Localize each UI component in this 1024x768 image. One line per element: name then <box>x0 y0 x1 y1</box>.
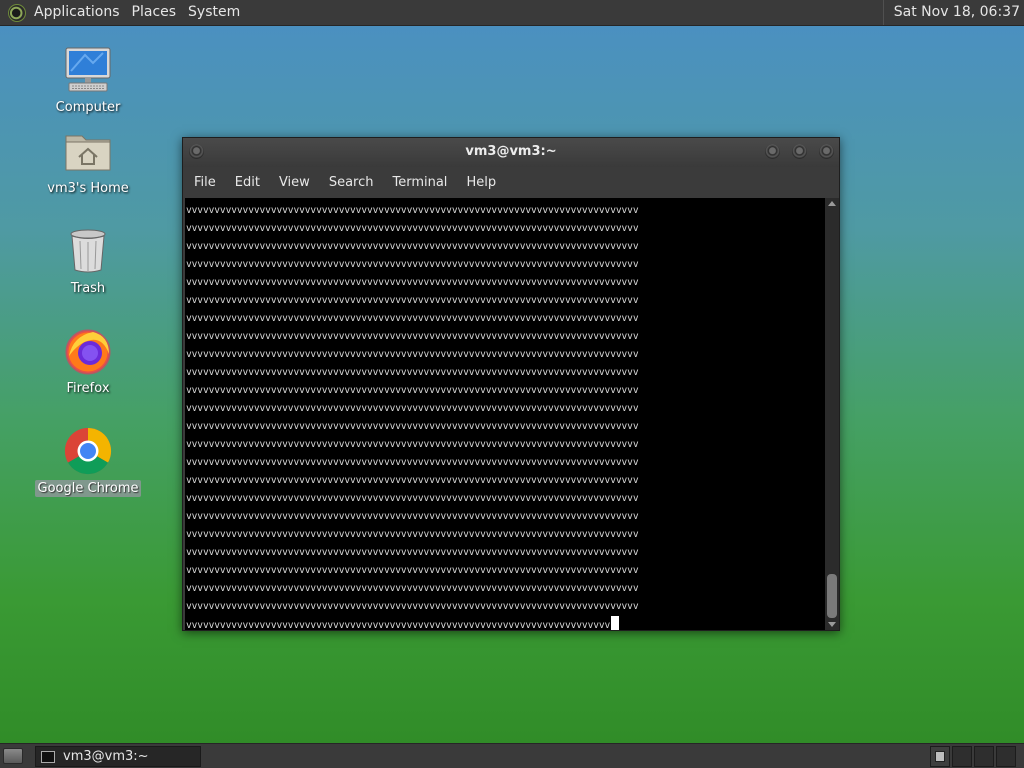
terminal-line: vvvvvvvvvvvvvvvvvvvvvvvvvvvvvvvvvvvvvvvv… <box>186 313 639 324</box>
terminal-line: vvvvvvvvvvvvvvvvvvvvvvvvvvvvvvvvvvvvvvvv… <box>186 205 639 216</box>
bottom-panel: vm3@vm3:~ <box>0 743 1024 768</box>
terminal-window[interactable]: vm3@vm3:~ File Edit View Search Terminal… <box>182 137 840 631</box>
desktop-icon-trash[interactable]: Trash <box>33 226 143 297</box>
window-title: vm3@vm3:~ <box>465 144 557 159</box>
desktop-icon-chrome[interactable]: Google Chrome <box>33 426 143 497</box>
menu-terminal[interactable]: Terminal <box>384 175 455 190</box>
terminal-text: vvvvvvvvvvvvvvvvvvvvvvvvvvvvvvvvvvvvvvvv… <box>186 202 639 630</box>
menu-view[interactable]: View <box>271 175 318 190</box>
terminal-line: vvvvvvvvvvvvvvvvvvvvvvvvvvvvvvvvvvvvvvvv… <box>186 223 639 234</box>
menu-search[interactable]: Search <box>321 175 382 190</box>
terminal-cursor <box>611 616 620 630</box>
terminal-line: vvvvvvvvvvvvvvvvvvvvvvvvvvvvvvvvvvvvvvvv… <box>186 583 639 594</box>
terminal-line: vvvvvvvvvvvvvvvvvvvvvvvvvvvvvvvvvvvvvvvv… <box>186 295 639 306</box>
desktop-icon-label: Trash <box>70 281 106 296</box>
terminal-line: vvvvvvvvvvvvvvvvvvvvvvvvvvvvvvvvvvvvvvvv… <box>186 601 639 612</box>
menu-edit[interactable]: Edit <box>227 175 268 190</box>
terminal-line: vvvvvvvvvvvvvvvvvvvvvvvvvvvvvvvvvvvvvvvv… <box>186 385 639 396</box>
terminal-scrollbar[interactable] <box>825 198 839 630</box>
desktop-icon-label: Computer <box>55 100 121 115</box>
terminal-line: vvvvvvvvvvvvvvvvvvvvvvvvvvvvvvvvvvvvvvvv… <box>186 403 639 414</box>
terminal-output[interactable]: vvvvvvvvvvvvvvvvvvvvvvvvvvvvvvvvvvvvvvvv… <box>185 198 825 630</box>
close-icon[interactable] <box>819 144 834 159</box>
desktop-icon-label: vm3's Home <box>47 181 129 196</box>
show-desktop-icon[interactable] <box>3 748 23 764</box>
terminal-line: vvvvvvvvvvvvvvvvvvvvvvvvvvvvvvvvvvvvvvvv… <box>186 277 639 288</box>
clock[interactable]: Sat Nov 18, 06:37 <box>882 0 1020 25</box>
desktop-icon-label: Google Chrome <box>34 480 142 497</box>
home-folder-icon <box>63 126 113 176</box>
terminal-line: vvvvvvvvvvvvvvvvvvvvvvvvvvvvvvvvvvvvvvvv… <box>186 439 639 450</box>
menu-system[interactable]: System <box>182 0 246 25</box>
trash-icon <box>63 226 113 276</box>
desktop-icon-computer[interactable]: Computer <box>33 45 143 116</box>
desktop-icon-home[interactable]: vm3's Home <box>33 126 143 197</box>
terminal-line: vvvvvvvvvvvvvvvvvvvvvvvvvvvvvvvvvvvvvvvv… <box>186 529 639 540</box>
workspace-switcher <box>930 746 1018 767</box>
terminal-line: vvvvvvvvvvvvvvvvvvvvvvvvvvvvvvvvvvvvvvvv… <box>186 259 639 270</box>
terminal-line: vvvvvvvvvvvvvvvvvvvvvvvvvvvvvvvvvvvvvvvv… <box>186 331 639 342</box>
terminal-line: vvvvvvvvvvvvvvvvvvvvvvvvvvvvvvvvvvvvvvvv… <box>186 511 639 522</box>
firefox-icon <box>63 326 113 376</box>
terminal-line: vvvvvvvvvvvvvvvvvvvvvvvvvvvvvvvvvvvvvvvv… <box>186 493 639 504</box>
menu-places[interactable]: Places <box>126 0 183 25</box>
terminal-line: vvvvvvvvvvvvvvvvvvvvvvvvvvvvvvvvvvvvvvvv… <box>186 475 639 486</box>
scroll-down-arrow-icon[interactable] <box>828 622 836 627</box>
desktop[interactable]: Applications Places System Sat Nov 18, 0… <box>0 0 1024 768</box>
menu-applications[interactable]: Applications <box>28 0 126 25</box>
computer-icon <box>63 45 113 95</box>
menu-file[interactable]: File <box>186 175 224 190</box>
terminal-line: vvvvvvvvvvvvvvvvvvvvvvvvvvvvvvvvvvvvvvvv… <box>186 547 639 558</box>
taskbar-terminal-button[interactable]: vm3@vm3:~ <box>35 746 201 767</box>
minimize-icon[interactable] <box>765 144 780 159</box>
scrollbar-thumb[interactable] <box>827 574 837 618</box>
terminal-menubar: File Edit View Search Terminal Help <box>183 167 839 197</box>
terminal-line: vvvvvvvvvvvvvvvvvvvvvvvvvvvvvvvvvvvvvvvv… <box>186 421 639 432</box>
maximize-icon[interactable] <box>792 144 807 159</box>
workspace-1[interactable] <box>930 746 950 767</box>
terminal-line: vvvvvvvvvvvvvvvvvvvvvvvvvvvvvvvvvvvvvvvv… <box>186 367 639 378</box>
desktop-icon-firefox[interactable]: Firefox <box>33 326 143 397</box>
terminal-icon <box>41 750 55 763</box>
desktop-icon-label: Firefox <box>66 381 110 396</box>
top-panel: Applications Places System Sat Nov 18, 0… <box>0 0 1024 26</box>
taskbar-label: vm3@vm3:~ <box>63 749 149 764</box>
terminal-line: vvvvvvvvvvvvvvvvvvvvvvvvvvvvvvvvvvvvvvvv… <box>186 349 639 360</box>
terminal-line: vvvvvvvvvvvvvvvvvvvvvvvvvvvvvvvvvvvvvvvv… <box>186 241 639 252</box>
terminal-line: vvvvvvvvvvvvvvvvvvvvvvvvvvvvvvvvvvvvvvvv… <box>186 616 638 630</box>
workspace-2[interactable] <box>952 746 972 767</box>
applications-logo-icon[interactable] <box>8 3 26 22</box>
workspace-4[interactable] <box>996 746 1016 767</box>
window-titlebar[interactable]: vm3@vm3:~ <box>183 138 839 167</box>
terminal-line: vvvvvvvvvvvvvvvvvvvvvvvvvvvvvvvvvvvvvvvv… <box>186 457 639 468</box>
terminal-line: vvvvvvvvvvvvvvvvvvvvvvvvvvvvvvvvvvvvvvvv… <box>186 565 639 576</box>
workspace-3[interactable] <box>974 746 994 767</box>
chrome-icon <box>63 426 113 476</box>
menu-help[interactable]: Help <box>458 175 504 190</box>
scroll-up-arrow-icon[interactable] <box>828 201 836 206</box>
